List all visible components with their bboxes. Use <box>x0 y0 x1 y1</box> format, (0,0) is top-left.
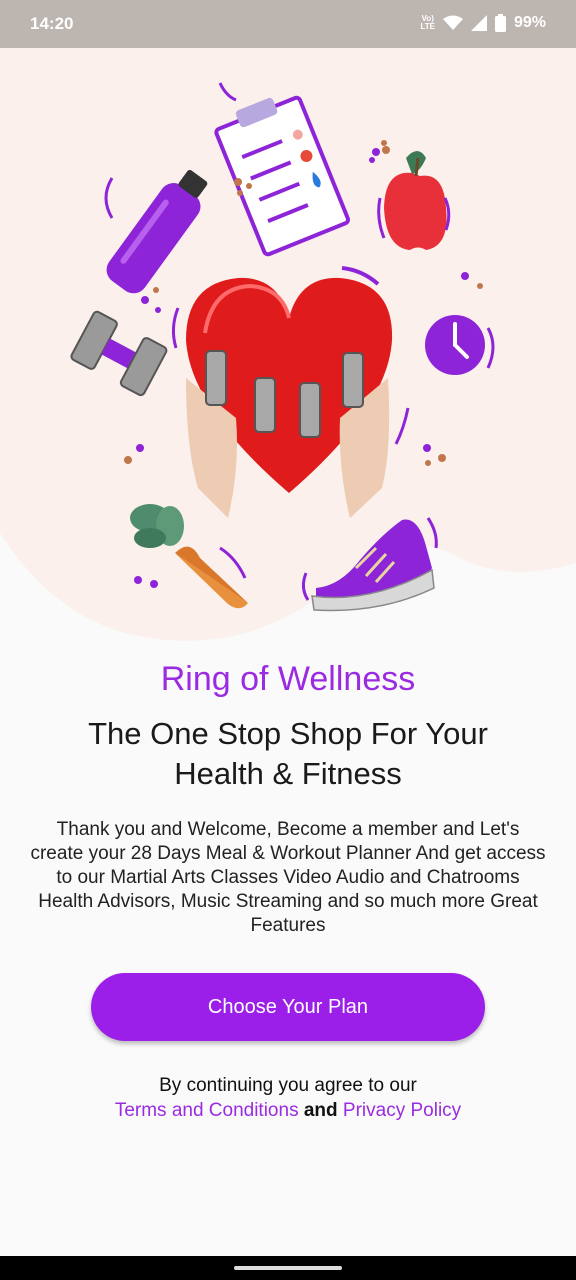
water-bottle-icon <box>106 169 208 294</box>
clipboard-icon <box>214 95 350 257</box>
legal-prefix: By continuing you agree to our <box>159 1075 417 1096</box>
privacy-link[interactable]: Privacy Policy <box>343 1100 461 1121</box>
wifi-icon <box>442 15 463 30</box>
status-time: 14:20 <box>30 14 74 33</box>
home-handle[interactable] <box>234 1266 342 1270</box>
battery-percent: 99% <box>513 14 546 31</box>
clock-icon <box>425 315 485 375</box>
signal-icon <box>470 15 487 31</box>
status-bar: 14:20 Vo) LTE 99% <box>0 0 576 48</box>
description: Thank you and Welcome, Become a member a… <box>30 819 546 936</box>
legal-links: Terms and Conditions and Privacy Policy <box>0 1098 576 1123</box>
sneaker-icon <box>311 519 435 612</box>
legal-and: and <box>303 1100 338 1121</box>
legal-notice: By continuing you agree to our Terms and… <box>0 1073 576 1123</box>
status-icons: Vo) LTE 99% <box>420 14 546 32</box>
dumbbell-icon <box>70 310 168 397</box>
choose-plan-button[interactable]: Choose Your Plan <box>91 973 485 1041</box>
brand-title: Ring of Wellness <box>160 660 416 698</box>
hero-illustration <box>70 82 495 612</box>
apple-icon <box>384 151 447 250</box>
navigation-bar <box>0 1256 576 1280</box>
terms-link[interactable]: Terms and Conditions <box>115 1100 299 1121</box>
volte-icon: Vo) LTE <box>420 14 435 31</box>
battery-icon <box>494 14 506 32</box>
headline: The One Stop Shop For Your Health & Fitn… <box>88 716 488 791</box>
